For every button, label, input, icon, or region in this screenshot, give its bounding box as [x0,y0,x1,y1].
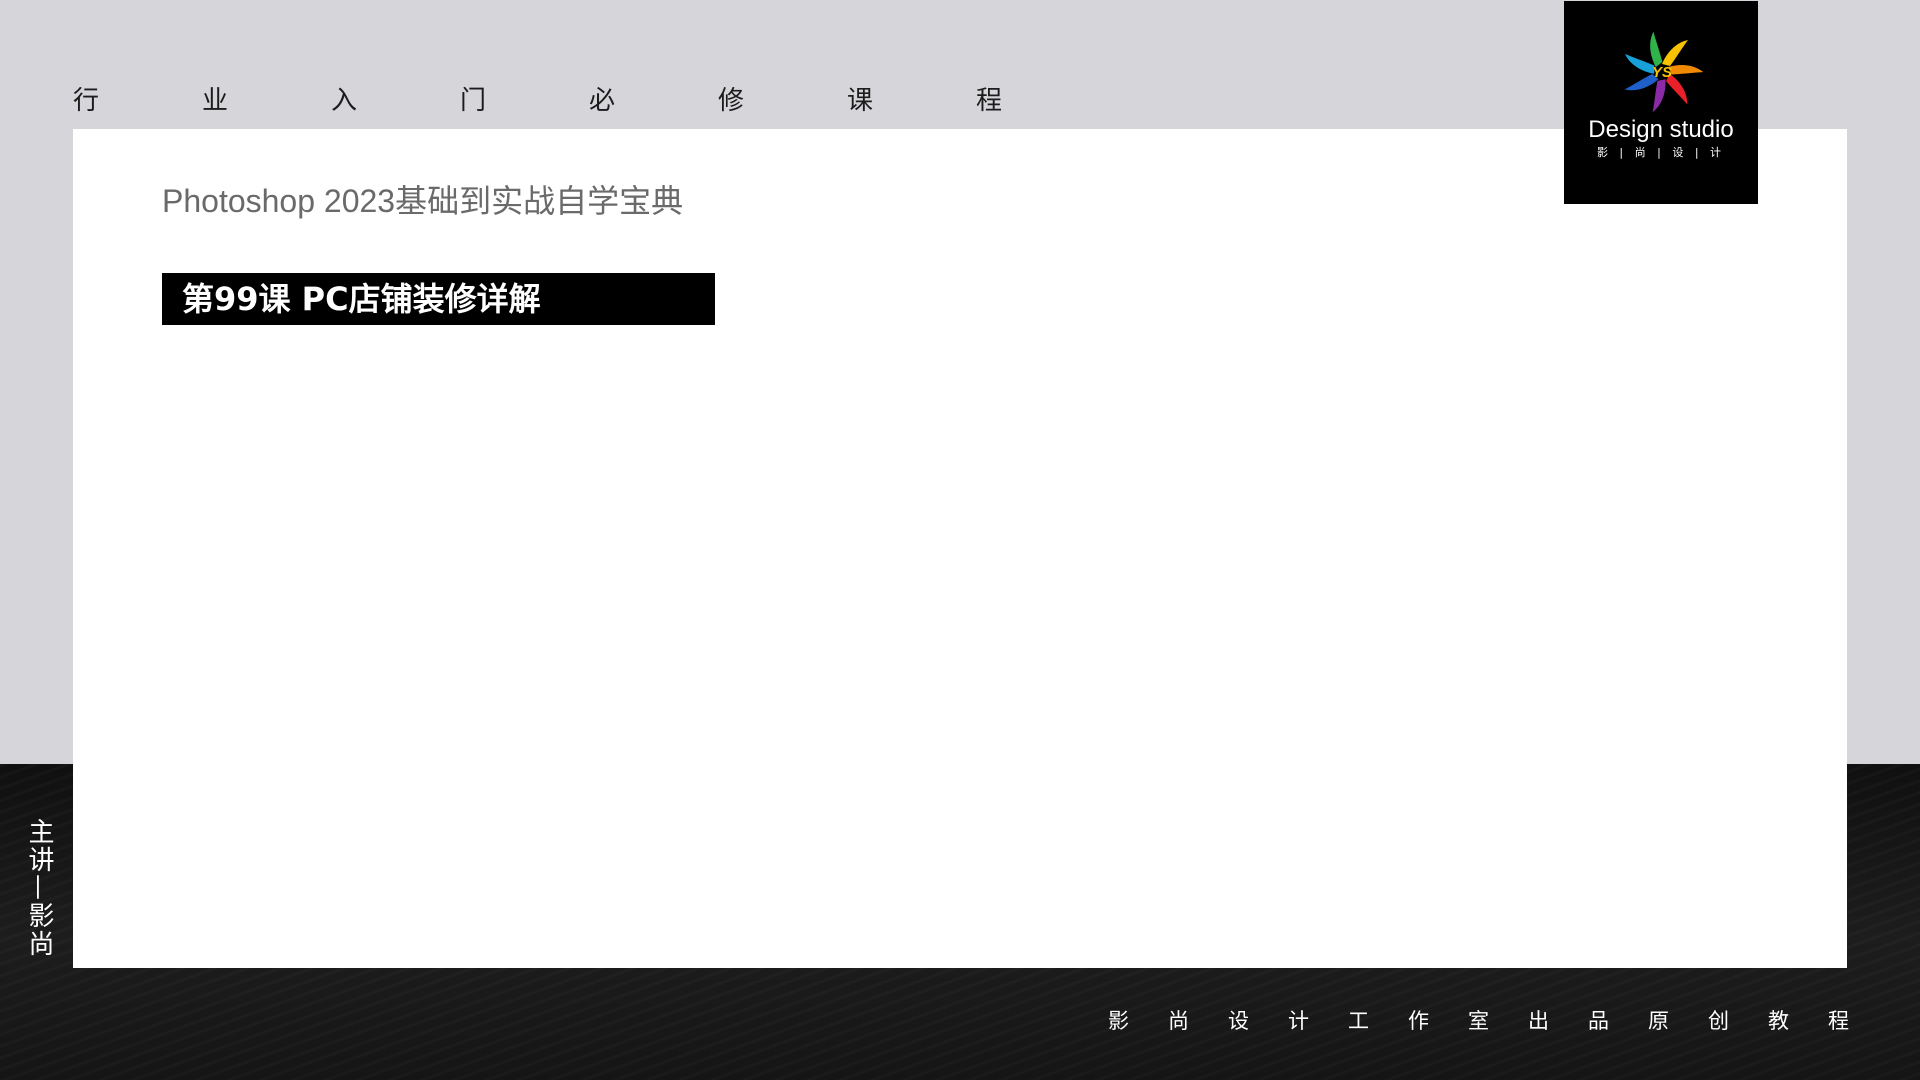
header-char: 门 [460,86,487,116]
logo-mark-text: YS [1652,64,1672,81]
studio-logo: YS Design studio 影 | 尚 | 设 | 计 [1564,1,1758,204]
footer-char: 出 [1528,1009,1549,1033]
studio-name: Design studio [1588,116,1734,143]
content-card: Photoshop 2023基础到实战自学宝典 第99课 PC店铺装修详解 [73,129,1847,968]
header-char: 入 [331,86,358,116]
header-char: 课 [847,86,874,116]
footer-char: 作 [1408,1009,1429,1033]
header-char: 程 [976,86,1003,116]
lesson-title-bar: 第99课 PC店铺装修详解 [162,273,715,325]
course-header: 行 业 入 门 必 修 课 程 [0,0,1100,128]
footer-char: 工 [1348,1009,1369,1033]
footer-char: 品 [1588,1009,1609,1033]
footer-char: 创 [1708,1009,1729,1033]
footer-char: 计 [1288,1009,1309,1033]
footer-char: 教 [1768,1009,1789,1033]
header-char: 修 [718,86,745,116]
course-subtitle: Photoshop 2023基础到实战自学宝典 [162,183,684,219]
studio-name-cn: 影 | 尚 | 设 | 计 [1596,146,1726,159]
footer-char: 设 [1228,1009,1249,1033]
header-char: 行 [73,86,100,116]
header-char: 必 [589,86,616,116]
footer-char: 程 [1828,1009,1849,1033]
lesson-title: 第99课 PC店铺装修详解 [182,280,541,318]
header-char: 业 [202,86,229,116]
presenter-label: 主讲—影尚 [24,818,54,958]
footer-char: 原 [1648,1009,1669,1033]
footer-char: 影 [1108,1009,1129,1033]
footer-char: 室 [1468,1009,1489,1033]
pinwheel-logo-icon: YS [1624,31,1703,113]
footer-char: 尚 [1168,1009,1189,1033]
